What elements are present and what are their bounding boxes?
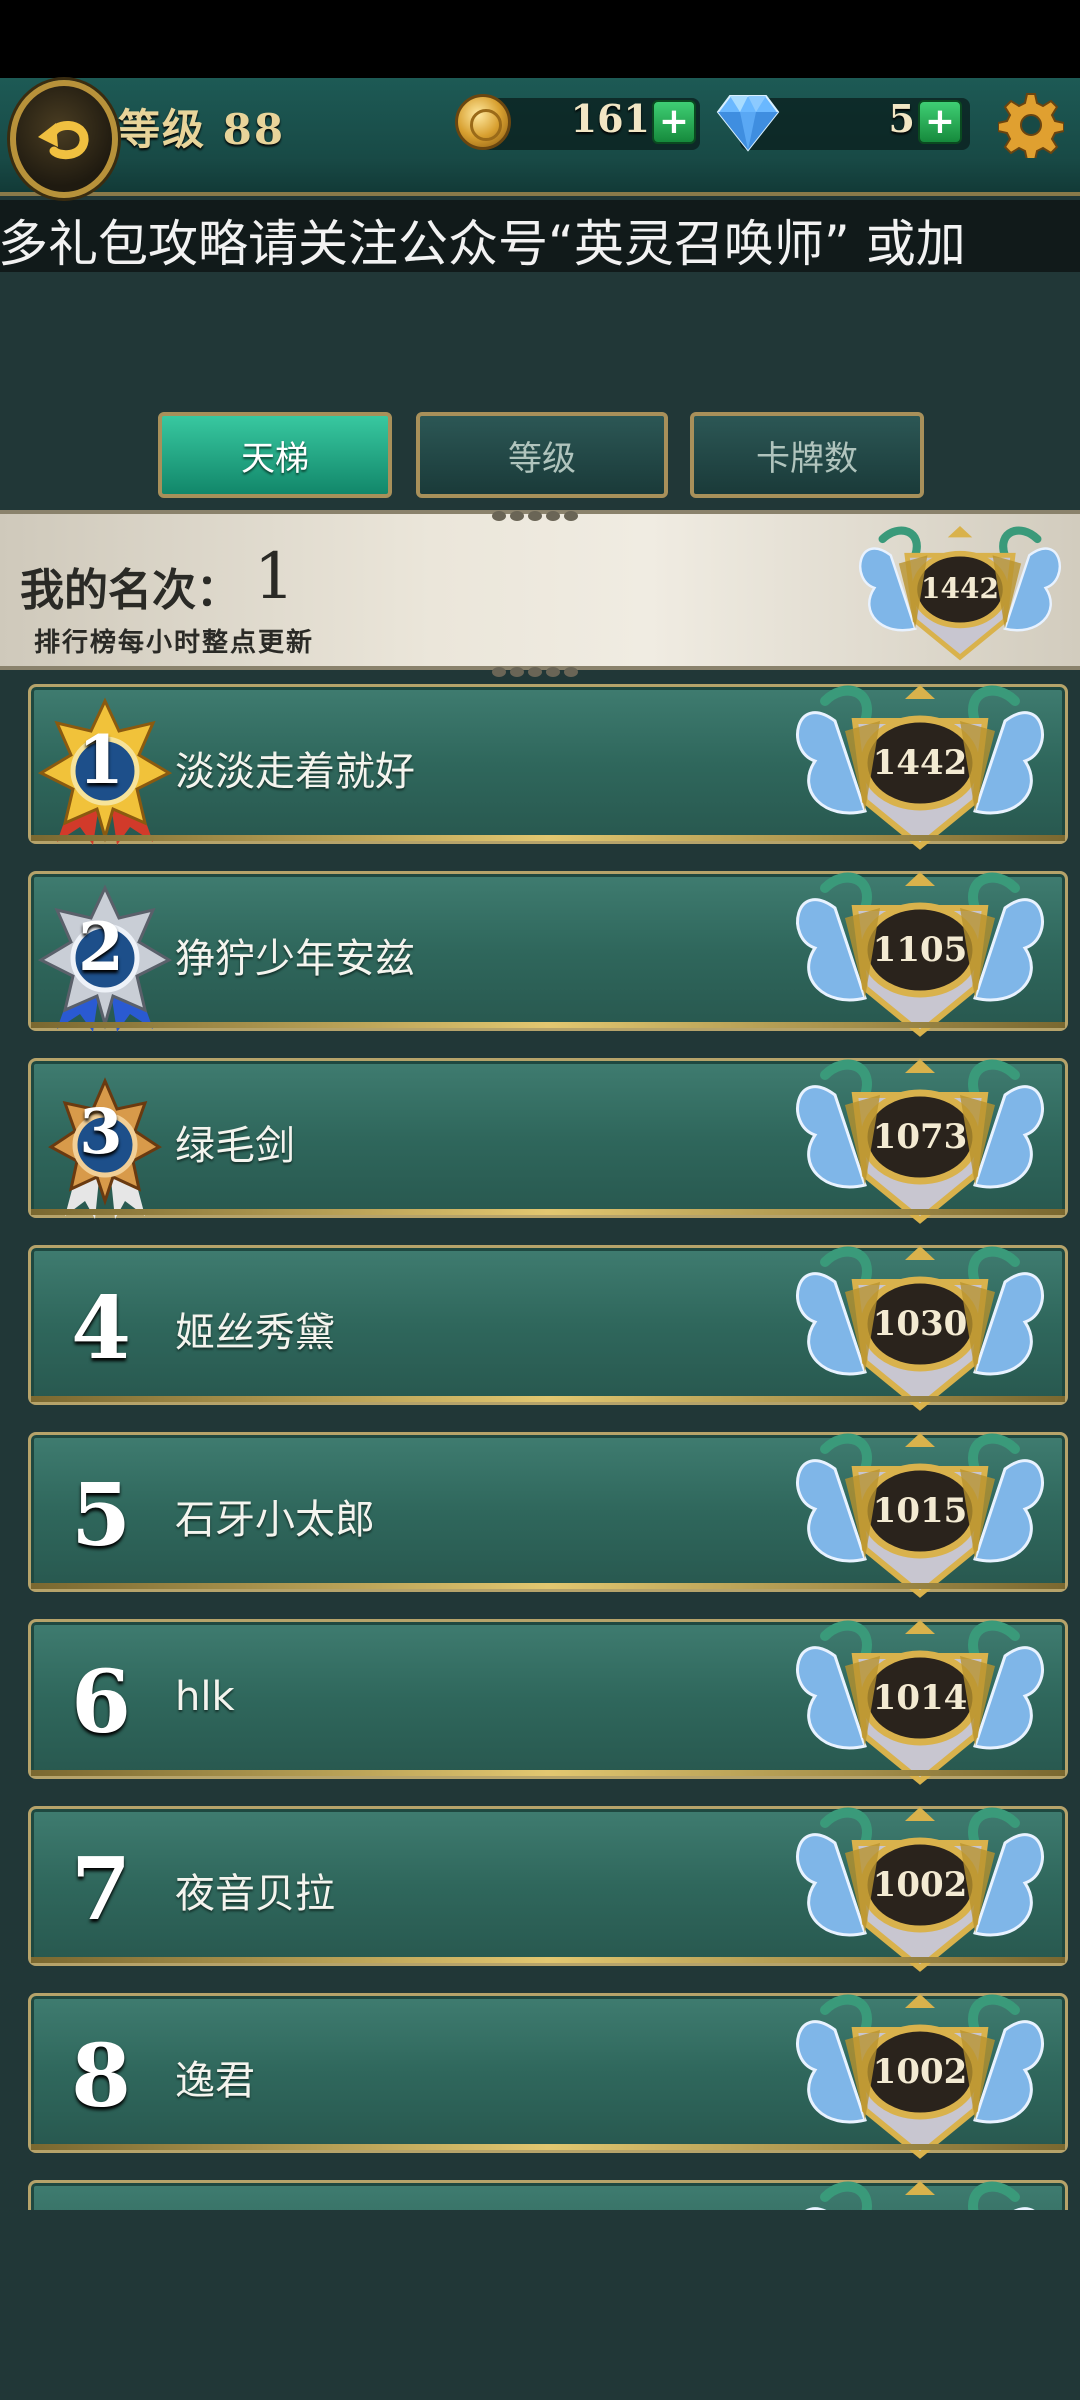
rank-number: 5 bbox=[71, 1465, 131, 1566]
my-rank-label: 我的名次： bbox=[20, 565, 240, 616]
player-score: 1002 bbox=[872, 1865, 968, 1905]
leaderboard-list[interactable]: 1 淡淡走着就好 1442 2 狰狞少年安兹 1105 3 绿毛剑 1073 4… bbox=[0, 680, 1080, 2210]
player-score: 1030 bbox=[872, 1304, 968, 1344]
rank-emblem: 1105 bbox=[785, 868, 1055, 1038]
tab-ladder[interactable]: 天梯 bbox=[158, 412, 392, 498]
rank-emblem: 1030 bbox=[785, 1242, 1055, 1412]
leaderboard-row[interactable]: 4 姬丝秀黛 1030 bbox=[28, 1245, 1068, 1405]
diamond-icon bbox=[716, 95, 780, 152]
rank-number: 4 bbox=[71, 1278, 131, 1379]
leaderboard-row[interactable]: 5 石牙小太郎 1015 bbox=[28, 1432, 1068, 1592]
my-rank-value: 1 bbox=[254, 540, 295, 614]
add-gems-button[interactable]: + bbox=[918, 100, 962, 144]
player-level: 等级 88 bbox=[118, 105, 286, 154]
player-name: 逸君 bbox=[175, 2058, 255, 2104]
back-button[interactable] bbox=[10, 80, 118, 198]
status-bar bbox=[0, 0, 1080, 78]
leaderboard-row[interactable]: 3 绿毛剑 1073 bbox=[28, 1058, 1068, 1218]
player-score: 1105 bbox=[872, 930, 968, 970]
rank-emblem: 1442 bbox=[785, 681, 1055, 851]
rank-number: 1 bbox=[78, 721, 124, 799]
leaderboard-row[interactable]: 7 夜音贝拉 1002 bbox=[28, 1806, 1068, 1966]
rank-emblem: 1002 bbox=[785, 1803, 1055, 1973]
add-coins-button[interactable]: + bbox=[652, 100, 696, 144]
coin-icon bbox=[455, 94, 511, 150]
rank-emblem: 1073 bbox=[785, 1055, 1055, 1225]
player-name: hlk bbox=[175, 1674, 235, 1720]
player-score: 1002 bbox=[872, 2052, 968, 2092]
update-note: 排行榜每小时整点更新 bbox=[34, 628, 315, 658]
my-score: 1442 bbox=[921, 572, 999, 605]
leaderboard-row[interactable]: 8 逸君 1002 bbox=[28, 1993, 1068, 2153]
winged-crest-icon bbox=[785, 2177, 1055, 2210]
player-name: 姬丝秀黛 bbox=[175, 1310, 335, 1356]
rank-emblem: 1014 bbox=[785, 1616, 1055, 1786]
player-score: 1014 bbox=[872, 1678, 968, 1718]
announcement-marquee: 多礼包攻略请关注公众号“英灵召唤师” 或加 bbox=[0, 200, 1080, 272]
leaderboard-row[interactable]: 1 淡淡走着就好 1442 bbox=[28, 684, 1068, 844]
player-name: 淡淡走着就好 bbox=[175, 749, 415, 795]
player-name: 夜音贝拉 bbox=[175, 1871, 335, 1917]
gem-amount: 5 bbox=[888, 96, 915, 141]
player-name: 绿毛剑 bbox=[175, 1123, 295, 1169]
rank-emblem bbox=[785, 2177, 1055, 2210]
rank-number: 3 bbox=[79, 1095, 123, 1168]
leaderboard-row[interactable]: 6 hlk 1014 bbox=[28, 1619, 1068, 1779]
coin-amount: 161 bbox=[570, 96, 650, 141]
leaderboard-row[interactable] bbox=[28, 2180, 1068, 2210]
tab-card-count[interactable]: 卡牌数 bbox=[690, 412, 924, 498]
rank-emblem: 1015 bbox=[785, 1429, 1055, 1599]
settings-gear-icon[interactable] bbox=[998, 92, 1064, 158]
announcement-text: 多礼包攻略请关注公众号“英灵召唤师” 或加 bbox=[0, 215, 966, 272]
rank-emblem: 1002 bbox=[785, 1990, 1055, 2160]
player-name: 狰狞少年安兹 bbox=[175, 936, 415, 982]
rank-number: 6 bbox=[71, 1652, 131, 1753]
rank-number: 7 bbox=[71, 1839, 131, 1940]
rank-number: 8 bbox=[71, 2026, 131, 2127]
leaderboard-row[interactable]: 2 狰狞少年安兹 1105 bbox=[28, 871, 1068, 1031]
tab-level[interactable]: 等级 bbox=[416, 412, 668, 498]
player-score: 1073 bbox=[872, 1117, 968, 1157]
back-arrow-icon bbox=[38, 121, 89, 160]
ornament bbox=[490, 662, 590, 677]
rank-number: 2 bbox=[78, 908, 124, 986]
ornament bbox=[490, 506, 590, 521]
player-score: 1015 bbox=[872, 1491, 968, 1531]
player-name: 石牙小太郎 bbox=[175, 1497, 375, 1543]
my-rank-panel: 我的名次： 1 排行榜每小时整点更新 1442 bbox=[0, 510, 1080, 677]
player-score: 1442 bbox=[872, 743, 968, 783]
rank-emblem: 1442 bbox=[850, 522, 1070, 662]
